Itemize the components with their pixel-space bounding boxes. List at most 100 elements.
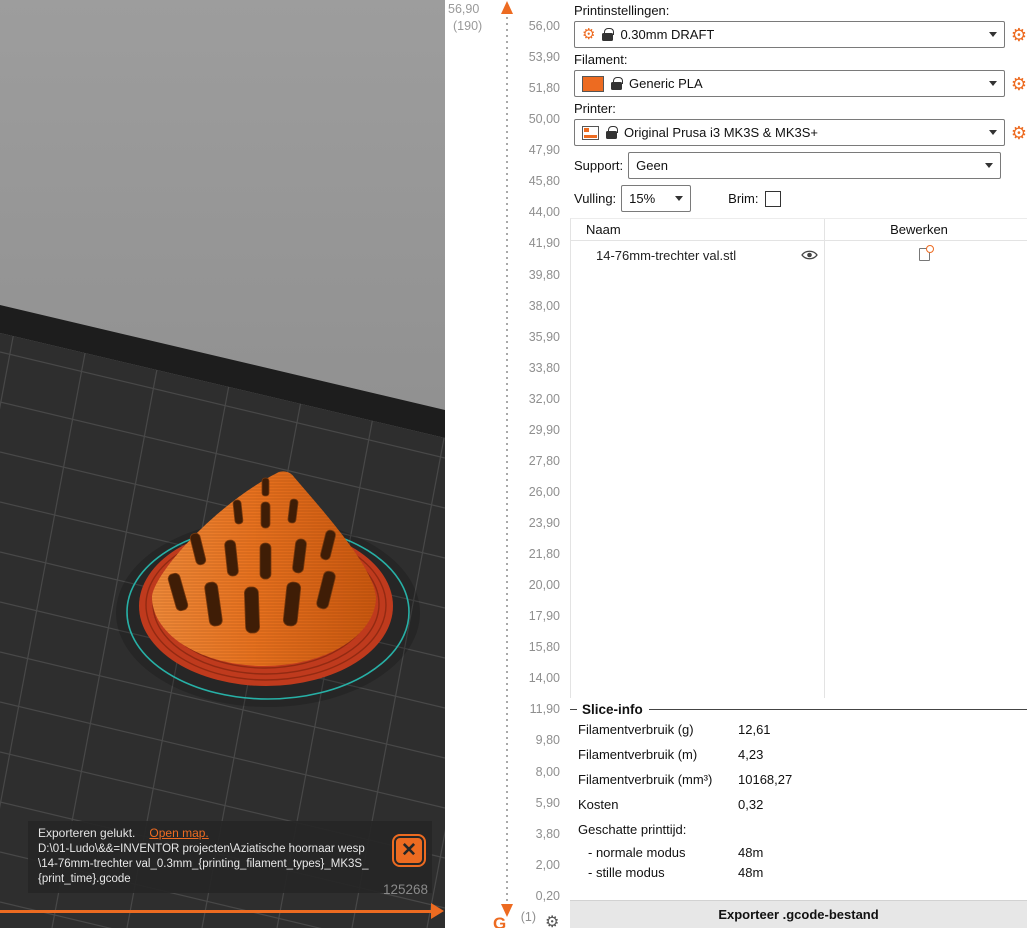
layer-tick-label: 17,90 — [528, 609, 560, 624]
layer-tick-label: 39,80 — [528, 267, 560, 282]
exported-file-path: D:\01-Ludo\&&=INVENTOR projecten\Aziatis… — [38, 843, 369, 885]
support-value: Geen — [636, 158, 668, 173]
info-row: Filamentverbruik (mm³) 10168,27 — [578, 767, 1027, 792]
info-row: - stille modus 48m — [578, 862, 1027, 882]
chevron-down-icon — [675, 196, 684, 201]
info-label: Filamentverbruik (mm³) — [578, 772, 713, 787]
info-value: 0,32 — [738, 797, 764, 812]
open-folder-link[interactable]: Open map. — [149, 826, 208, 840]
table-column-separator — [824, 219, 825, 698]
layer-tick-label: 41,90 — [528, 236, 560, 251]
info-label: Filamentverbruik (m) — [578, 747, 698, 762]
layer-tick-label: 45,80 — [528, 174, 560, 189]
layer-tick-label: 11,90 — [529, 702, 560, 717]
info-value: 10168,27 — [738, 772, 793, 787]
support-label: Support: — [574, 158, 624, 173]
printer-label: Printer: — [574, 101, 616, 116]
filament-combo[interactable]: Generic PLA — [574, 70, 1005, 97]
info-row: - normale modus 48m — [578, 842, 1027, 862]
chevron-down-icon — [985, 163, 994, 168]
printer-gear-button[interactable]: ⚙ — [1011, 124, 1027, 142]
layer-tick-label: 20,00 — [528, 578, 560, 593]
layer-tick-label: 2,00 — [535, 857, 560, 872]
profile-gear-icon: ⚙ — [582, 26, 596, 43]
layer-tick-label: 27,80 — [528, 453, 560, 468]
layer-tick-label: 35,90 — [528, 329, 560, 344]
info-value: 12,61 — [738, 722, 771, 737]
slider-right-arrow-icon[interactable] — [431, 903, 444, 919]
layer-tick-label: 14,00 — [528, 671, 560, 686]
brim-label: Brim: — [728, 191, 759, 206]
close-notification-button[interactable]: ✕ — [392, 834, 426, 867]
slice-info-legend: Slice-info — [570, 702, 1027, 717]
layer-tick-list: 56,00 53,90 51,80 50,00 47,90 45,80 44,00 41,90… — [465, 19, 560, 903]
layer-tick-label: 21,80 — [528, 547, 560, 562]
info-row: Filamentverbruik (m) 4,23 — [578, 742, 1027, 767]
table-header: Naam Bewerken — [571, 219, 1027, 241]
layer-tick-label: 51,80 — [528, 81, 560, 96]
slice-info-title: Slice-info — [582, 702, 643, 717]
export-gcode-button[interactable]: Exporteer .gcode-bestand — [570, 900, 1027, 928]
layer-tick-label: 23,90 — [528, 516, 560, 530]
slider-up-arrow-icon[interactable] — [501, 1, 513, 14]
info-value: 48m — [738, 844, 764, 860]
horizontal-move-slider[interactable] — [0, 903, 445, 921]
printer-combo[interactable]: Original Prusa i3 MK3S & MK3S+ — [574, 119, 1005, 146]
layer-tick-label: 32,00 — [528, 391, 560, 406]
info-label: Filamentverbruik (g) — [578, 722, 694, 737]
filament-gear-button[interactable]: ⚙ — [1011, 75, 1027, 93]
filament-label: Filament: — [574, 52, 628, 67]
infill-value: 15% — [629, 191, 656, 206]
layer-tick-label: 26,00 — [528, 484, 560, 499]
export-notification: Exporteren gelukt. Open map. D:\01-Ludo\&… — [28, 821, 432, 893]
print-settings-gear-button[interactable]: ⚙ — [1011, 26, 1027, 44]
support-combo[interactable]: Geen — [628, 152, 1002, 179]
chevron-down-icon — [988, 32, 997, 37]
gcode-indicator: G — [493, 914, 507, 928]
layer-slider-panel: 56,90 (190) 56,00 53,90 51,80 50,00 47,90 45,… — [445, 0, 570, 928]
layer-tick-label: 3,80 — [535, 826, 560, 841]
info-label: - stille modus — [588, 864, 665, 880]
table-row[interactable]: 14-76mm-trechter val.stl — [571, 241, 1027, 269]
print-time-header: Geschatte printtijd: — [578, 822, 687, 837]
print-settings-value: 0.30mm DRAFT — [620, 27, 715, 42]
notification-status: Exporteren gelukt. — [38, 826, 136, 840]
settings-sidebar: Printinstellingen: ⚙ 0.30mm DRAFT ⚙ Fila… — [570, 0, 1027, 928]
object-name: 14-76mm-trechter val.stl — [596, 248, 737, 263]
layer-tick-label: 33,80 — [528, 360, 560, 375]
object-table: Naam Bewerken 14-76mm-trechter val.stl — [570, 218, 1027, 698]
info-label: Kosten — [578, 797, 619, 812]
brim-checkbox[interactable] — [764, 190, 781, 207]
info-value: 48m — [738, 864, 764, 880]
layer-tick-label: 29,90 — [528, 422, 560, 437]
slider-settings-gear-icon[interactable]: ⚙ — [545, 912, 559, 928]
layer-tick-label: 47,90 — [528, 143, 560, 158]
scene-canvas[interactable] — [0, 0, 445, 928]
print-settings-combo[interactable]: ⚙ 0.30mm DRAFT — [574, 21, 1005, 48]
table-header-edit: Bewerken — [890, 222, 948, 237]
3d-viewport[interactable]: Exporteren gelukt. Open map. D:\01-Ludo\&… — [0, 0, 445, 928]
layer-tick-label: 44,00 — [528, 205, 560, 220]
layer-tick-label: 9,80 — [535, 733, 560, 748]
slice-info-section: Slice-info Filamentverbruik (g) 12,61 Fi… — [570, 702, 1027, 882]
layer-tick-label: 56,00 — [528, 19, 560, 33]
info-row: Kosten 0,32 — [578, 792, 1027, 817]
layer-tick-label: 8,00 — [535, 764, 560, 779]
info-row: Filamentverbruik (g) 12,61 — [578, 717, 1027, 742]
lock-icon — [606, 126, 618, 139]
layer-tick-label: 50,00 — [528, 112, 560, 127]
lock-icon — [611, 77, 623, 90]
printer-icon — [582, 125, 599, 140]
filament-value: Generic PLA — [629, 76, 703, 91]
chevron-down-icon — [988, 81, 997, 86]
visibility-eye-icon[interactable] — [801, 249, 818, 264]
printer-value: Original Prusa i3 MK3S & MK3S+ — [624, 125, 818, 140]
slider-track[interactable] — [0, 910, 432, 913]
edit-object-icon[interactable] — [919, 245, 934, 261]
prusaslicer-window: Exporteren gelukt. Open map. D:\01-Ludo\&… — [0, 0, 1027, 928]
layer-tick-label: 0,20 — [535, 888, 560, 903]
infill-combo[interactable]: 15% — [621, 185, 692, 212]
current-height-label: 56,90 — [448, 2, 480, 16]
layer-tick-label: 53,90 — [528, 50, 560, 65]
info-value: 4,23 — [738, 747, 764, 762]
